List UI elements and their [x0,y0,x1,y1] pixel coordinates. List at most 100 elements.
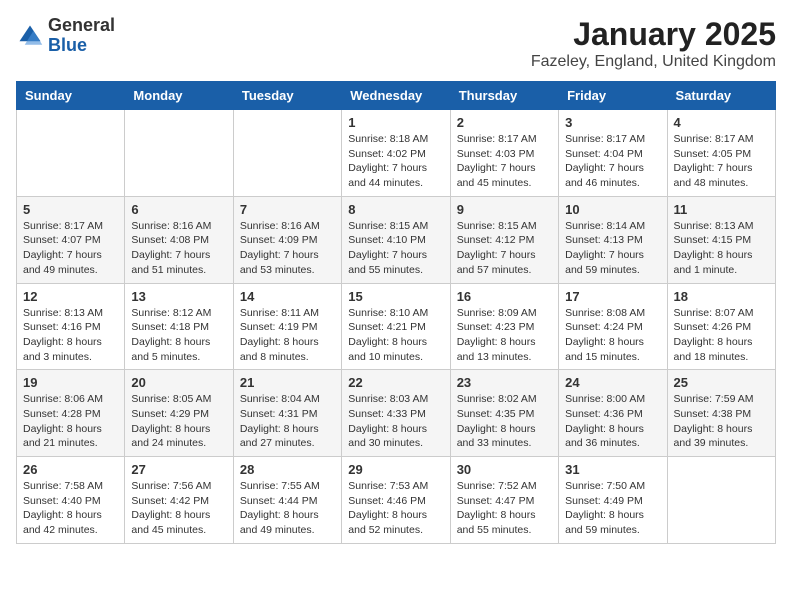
day-info: Sunrise: 8:14 AM Sunset: 4:13 PM Dayligh… [565,219,660,278]
day-cell: 24 Sunrise: 8:00 AM Sunset: 4:36 PM Dayli… [559,370,667,457]
day-cell: 18 Sunrise: 8:07 AM Sunset: 4:26 PM Dayli… [667,283,775,370]
day-cell: 3 Sunrise: 8:17 AM Sunset: 4:04 PM Daylig… [559,110,667,197]
day-number: 18 [674,289,769,304]
day-info: Sunrise: 7:56 AM Sunset: 4:42 PM Dayligh… [131,479,226,538]
day-info: Sunrise: 8:15 AM Sunset: 4:10 PM Dayligh… [348,219,443,278]
day-number: 7 [240,202,335,217]
day-info: Sunrise: 8:16 AM Sunset: 4:08 PM Dayligh… [131,219,226,278]
day-info: Sunrise: 8:16 AM Sunset: 4:09 PM Dayligh… [240,219,335,278]
logo-icon [16,22,44,50]
day-info: Sunrise: 8:10 AM Sunset: 4:21 PM Dayligh… [348,306,443,365]
day-cell: 5Sunrise: 8:17 AM Sunset: 4:07 PM Daylig… [17,196,125,283]
day-number: 9 [457,202,552,217]
day-cell: 15 Sunrise: 8:10 AM Sunset: 4:21 PM Dayli… [342,283,450,370]
day-cell: 23 Sunrise: 8:02 AM Sunset: 4:35 PM Dayli… [450,370,558,457]
logo-text: General Blue [48,16,115,56]
day-cell [667,457,775,544]
day-cell: 20 Sunrise: 8:05 AM Sunset: 4:29 PM Dayli… [125,370,233,457]
day-cell: 17Sunrise: 8:08 AM Sunset: 4:24 PM Dayli… [559,283,667,370]
day-number: 8 [348,202,443,217]
day-number: 29 [348,462,443,477]
day-number: 4 [674,115,769,130]
weekday-header-sunday: Sunday [17,82,125,110]
day-cell: 2 Sunrise: 8:17 AM Sunset: 4:03 PM Daylig… [450,110,558,197]
week-row-3: 12 Sunrise: 8:13 AM Sunset: 4:16 PM Dayli… [17,283,776,370]
day-info: Sunrise: 8:15 AM Sunset: 4:12 PM Dayligh… [457,219,552,278]
day-cell: 11 Sunrise: 8:13 AM Sunset: 4:15 PM Dayli… [667,196,775,283]
day-number: 25 [674,375,769,390]
week-row-5: 26Sunrise: 7:58 AM Sunset: 4:40 PM Dayli… [17,457,776,544]
day-cell: 7 Sunrise: 8:16 AM Sunset: 4:09 PM Daylig… [233,196,341,283]
day-info: Sunrise: 8:09 AM Sunset: 4:23 PM Dayligh… [457,306,552,365]
day-number: 12 [23,289,118,304]
day-number: 13 [131,289,226,304]
day-number: 30 [457,462,552,477]
day-cell: 8 Sunrise: 8:15 AM Sunset: 4:10 PM Daylig… [342,196,450,283]
logo-blue: Blue [48,35,87,55]
day-info: Sunrise: 8:07 AM Sunset: 4:26 PM Dayligh… [674,306,769,365]
week-row-4: 19Sunrise: 8:06 AM Sunset: 4:28 PM Dayli… [17,370,776,457]
day-cell: 30 Sunrise: 7:52 AM Sunset: 4:47 PM Dayli… [450,457,558,544]
day-cell: 16 Sunrise: 8:09 AM Sunset: 4:23 PM Dayli… [450,283,558,370]
day-info: Sunrise: 8:13 AM Sunset: 4:16 PM Dayligh… [23,306,118,365]
weekday-header-friday: Friday [559,82,667,110]
day-number: 2 [457,115,552,130]
day-cell: 19Sunrise: 8:06 AM Sunset: 4:28 PM Dayli… [17,370,125,457]
day-number: 27 [131,462,226,477]
day-cell: 13 Sunrise: 8:12 AM Sunset: 4:18 PM Dayli… [125,283,233,370]
day-info: Sunrise: 8:03 AM Sunset: 4:33 PM Dayligh… [348,392,443,451]
day-cell: 12 Sunrise: 8:13 AM Sunset: 4:16 PM Dayli… [17,283,125,370]
weekday-header-monday: Monday [125,82,233,110]
day-cell [233,110,341,197]
day-info: Sunrise: 8:12 AM Sunset: 4:18 PM Dayligh… [131,306,226,365]
day-info: Sunrise: 7:53 AM Sunset: 4:46 PM Dayligh… [348,479,443,538]
day-info: Sunrise: 7:58 AM Sunset: 4:40 PM Dayligh… [23,479,118,538]
day-info: Sunrise: 8:05 AM Sunset: 4:29 PM Dayligh… [131,392,226,451]
day-cell: 14 Sunrise: 8:11 AM Sunset: 4:19 PM Dayli… [233,283,341,370]
weekday-header-tuesday: Tuesday [233,82,341,110]
day-info: Sunrise: 8:11 AM Sunset: 4:19 PM Dayligh… [240,306,335,365]
day-number: 24 [565,375,660,390]
day-cell: 6Sunrise: 8:16 AM Sunset: 4:08 PM Daylig… [125,196,233,283]
day-number: 3 [565,115,660,130]
weekday-header-saturday: Saturday [667,82,775,110]
logo-general: General [48,15,115,35]
page-header: General Blue January 2025 Fazeley, Engla… [16,16,776,71]
day-cell: 1 Sunrise: 8:18 AM Sunset: 4:02 PM Daylig… [342,110,450,197]
day-cell: 22Sunrise: 8:03 AM Sunset: 4:33 PM Dayli… [342,370,450,457]
day-cell: 31Sunrise: 7:50 AM Sunset: 4:49 PM Dayli… [559,457,667,544]
day-info: Sunrise: 8:13 AM Sunset: 4:15 PM Dayligh… [674,219,769,278]
day-cell [125,110,233,197]
day-cell: 4 Sunrise: 8:17 AM Sunset: 4:05 PM Daylig… [667,110,775,197]
day-info: Sunrise: 8:04 AM Sunset: 4:31 PM Dayligh… [240,392,335,451]
day-cell: 27 Sunrise: 7:56 AM Sunset: 4:42 PM Dayli… [125,457,233,544]
day-info: Sunrise: 7:52 AM Sunset: 4:47 PM Dayligh… [457,479,552,538]
day-number: 15 [348,289,443,304]
day-number: 17 [565,289,660,304]
day-cell: 28Sunrise: 7:55 AM Sunset: 4:44 PM Dayli… [233,457,341,544]
day-cell: 9 Sunrise: 8:15 AM Sunset: 4:12 PM Daylig… [450,196,558,283]
day-cell: 29 Sunrise: 7:53 AM Sunset: 4:46 PM Dayli… [342,457,450,544]
day-info: Sunrise: 8:02 AM Sunset: 4:35 PM Dayligh… [457,392,552,451]
logo: General Blue [16,16,115,56]
day-number: 20 [131,375,226,390]
day-info: Sunrise: 8:17 AM Sunset: 4:05 PM Dayligh… [674,132,769,191]
day-info: Sunrise: 8:18 AM Sunset: 4:02 PM Dayligh… [348,132,443,191]
day-cell [17,110,125,197]
day-info: Sunrise: 8:17 AM Sunset: 4:03 PM Dayligh… [457,132,552,191]
day-info: Sunrise: 8:17 AM Sunset: 4:07 PM Dayligh… [23,219,118,278]
day-number: 1 [348,115,443,130]
day-number: 11 [674,202,769,217]
location: Fazeley, England, United Kingdom [531,53,776,71]
day-number: 28 [240,462,335,477]
weekday-header-thursday: Thursday [450,82,558,110]
weekday-header-wednesday: Wednesday [342,82,450,110]
day-info: Sunrise: 8:17 AM Sunset: 4:04 PM Dayligh… [565,132,660,191]
day-number: 23 [457,375,552,390]
day-info: Sunrise: 8:00 AM Sunset: 4:36 PM Dayligh… [565,392,660,451]
day-info: Sunrise: 7:59 AM Sunset: 4:38 PM Dayligh… [674,392,769,451]
calendar-table: SundayMondayTuesdayWednesdayThursdayFrid… [16,81,776,544]
day-number: 14 [240,289,335,304]
day-number: 16 [457,289,552,304]
weekday-header-row: SundayMondayTuesdayWednesdayThursdayFrid… [17,82,776,110]
